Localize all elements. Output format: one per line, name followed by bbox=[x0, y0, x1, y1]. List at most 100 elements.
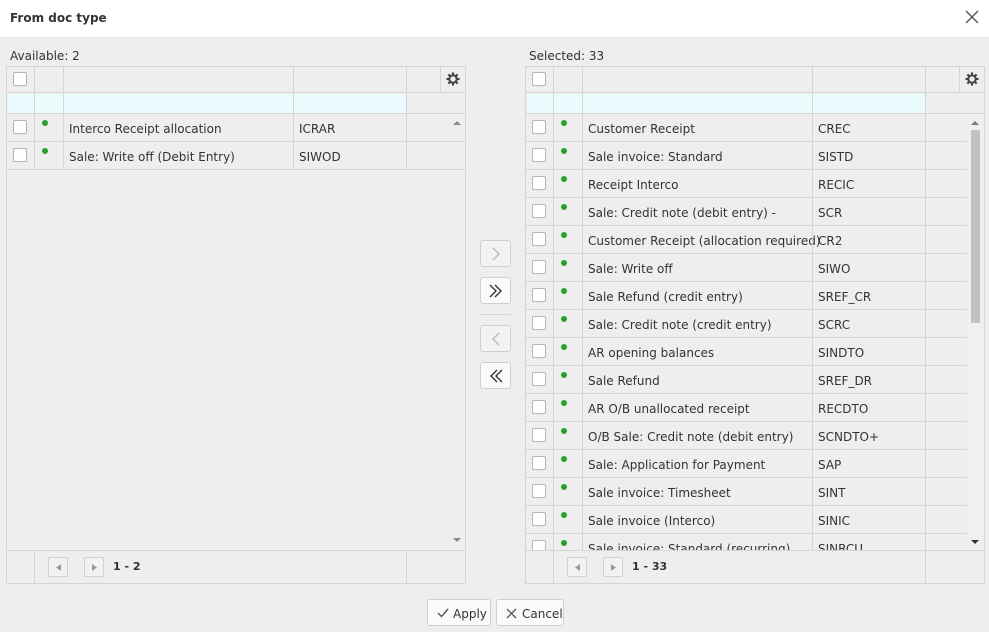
selected-row-checkbox[interactable] bbox=[532, 232, 546, 246]
selected-row[interactable]: Sale invoice: Timesheet SINT bbox=[526, 478, 967, 506]
selected-row-code: SAP bbox=[818, 458, 842, 472]
selected-row-name: Sale invoice: Timesheet bbox=[588, 486, 731, 500]
caret-right-icon bbox=[611, 564, 616, 571]
selected-row[interactable]: Sale Refund SREF_DR bbox=[526, 366, 967, 394]
selected-next-page-button[interactable] bbox=[603, 557, 623, 577]
status-dot-icon bbox=[561, 428, 567, 434]
selected-filter-select[interactable] bbox=[527, 94, 553, 113]
selected-filter-name[interactable] bbox=[583, 94, 812, 113]
selected-scroll-up-icon[interactable] bbox=[971, 120, 979, 126]
selected-row-checkbox[interactable] bbox=[532, 260, 546, 274]
selected-row-name: Customer Receipt bbox=[588, 122, 695, 136]
move-all-left-button[interactable] bbox=[480, 362, 511, 389]
selected-row-checkbox[interactable] bbox=[532, 456, 546, 470]
selected-row-checkbox[interactable] bbox=[532, 484, 546, 498]
selected-row-name: AR opening balances bbox=[588, 346, 715, 360]
available-filter-select[interactable] bbox=[8, 94, 34, 113]
status-dot-icon bbox=[561, 540, 567, 546]
selected-row-checkbox[interactable] bbox=[532, 400, 546, 414]
available-pager: 1 - 2 bbox=[7, 550, 465, 584]
selected-row-checkbox[interactable] bbox=[532, 120, 546, 134]
available-settings-gear-icon[interactable] bbox=[446, 72, 460, 86]
selected-row[interactable]: O/B Sale: Credit note (debit entry) SCNDT… bbox=[526, 422, 967, 450]
selected-row[interactable]: Sale: Credit note (credit entry) SCRC bbox=[526, 310, 967, 338]
status-dot-icon bbox=[561, 484, 567, 490]
selected-scrollbar-thumb[interactable] bbox=[971, 130, 980, 323]
selected-select-all-checkbox[interactable] bbox=[532, 72, 546, 86]
available-row-checkbox[interactable] bbox=[13, 148, 27, 162]
selected-row-checkbox[interactable] bbox=[532, 316, 546, 330]
selected-row-checkbox[interactable] bbox=[532, 204, 546, 218]
status-dot-icon bbox=[561, 176, 567, 182]
available-count-label: Available: 2 bbox=[10, 49, 80, 63]
selected-row-code: SREF_DR bbox=[818, 374, 873, 388]
selected-grid-header bbox=[526, 67, 984, 93]
transfer-buttons-divider bbox=[480, 314, 511, 315]
available-next-page-button[interactable] bbox=[84, 557, 104, 577]
selected-row[interactable]: Customer Receipt (allocation required) CR… bbox=[526, 226, 967, 254]
status-dot-icon bbox=[561, 288, 567, 294]
selected-row-code: SINIC bbox=[818, 514, 851, 528]
selected-row-name: Sale invoice: Standard bbox=[588, 150, 723, 164]
dialog-title: From doc type bbox=[10, 11, 107, 25]
status-dot-icon bbox=[561, 400, 567, 406]
selected-row-checkbox[interactable] bbox=[532, 176, 546, 190]
apply-button[interactable]: Apply bbox=[427, 599, 491, 626]
selected-row-checkbox[interactable] bbox=[532, 428, 546, 442]
available-prev-page-button[interactable] bbox=[48, 557, 68, 577]
selected-filter-status[interactable] bbox=[554, 94, 582, 113]
selected-row[interactable]: Sale: Credit note (debit entry) - SCR bbox=[526, 198, 967, 226]
selected-scrollbar[interactable] bbox=[968, 114, 982, 551]
available-filter-name[interactable] bbox=[64, 94, 293, 113]
selected-row[interactable]: Sale invoice: Standard (recurring) SINRCU bbox=[526, 534, 967, 551]
selected-prev-page-button[interactable] bbox=[567, 557, 587, 577]
selected-row-checkbox[interactable] bbox=[532, 344, 546, 358]
status-dot-icon bbox=[561, 120, 567, 126]
selected-scroll-down-icon[interactable] bbox=[971, 539, 979, 545]
available-row-checkbox[interactable] bbox=[13, 120, 27, 134]
caret-left-icon bbox=[575, 564, 580, 571]
available-row[interactable]: Interco Receipt allocation ICRAR bbox=[7, 114, 465, 142]
selected-row[interactable]: Sale: Write off SIWO bbox=[526, 254, 967, 282]
selected-row[interactable]: Sale: Application for Payment SAP bbox=[526, 450, 967, 478]
selected-row-checkbox[interactable] bbox=[532, 372, 546, 386]
selected-row-code: RECIC bbox=[818, 178, 855, 192]
status-dot-icon bbox=[561, 512, 567, 518]
status-dot-icon bbox=[42, 148, 48, 154]
cancel-button[interactable]: Cancel bbox=[496, 599, 564, 626]
selected-row[interactable]: Receipt Interco RECIC bbox=[526, 170, 967, 198]
selected-row[interactable]: Sale Refund (credit entry) SREF_CR bbox=[526, 282, 967, 310]
available-filter-code[interactable] bbox=[294, 94, 406, 113]
dialog-header: From doc type bbox=[0, 0, 989, 38]
move-selected-right-button[interactable] bbox=[480, 240, 511, 267]
selected-grid-body: Customer Receipt CREC Sale invoice: Standa… bbox=[526, 114, 967, 551]
close-button[interactable] bbox=[963, 8, 981, 28]
selected-row-code: SISTD bbox=[818, 150, 854, 164]
selected-row-checkbox[interactable] bbox=[532, 512, 546, 526]
selected-row-checkbox[interactable] bbox=[532, 288, 546, 302]
selected-settings-gear-icon[interactable] bbox=[965, 72, 979, 86]
selected-row[interactable]: Sale invoice: Standard SISTD bbox=[526, 142, 967, 170]
apply-button-label: Apply bbox=[453, 607, 487, 621]
selected-row-name: AR O/B unallocated receipt bbox=[588, 402, 750, 416]
selected-grid: Customer Receipt CREC Sale invoice: Standa… bbox=[525, 66, 985, 584]
selected-row-name: O/B Sale: Credit note (debit entry) bbox=[588, 430, 794, 444]
selected-row-name: Sale Refund (credit entry) bbox=[588, 290, 743, 304]
move-all-right-button[interactable] bbox=[480, 277, 511, 304]
selected-row-code: CR2 bbox=[818, 234, 843, 248]
move-selected-left-button[interactable] bbox=[480, 325, 511, 352]
selected-row-checkbox[interactable] bbox=[532, 148, 546, 162]
selected-count-label: Selected: 33 bbox=[529, 49, 605, 63]
available-row[interactable]: Sale: Write off (Debit Entry) SIWOD bbox=[7, 142, 465, 170]
selected-row[interactable]: Sale invoice (Interco) SINIC bbox=[526, 506, 967, 534]
chevron-left-icon bbox=[492, 332, 500, 346]
checkmark-icon bbox=[437, 608, 449, 618]
selected-row[interactable]: AR O/B unallocated receipt RECDTO bbox=[526, 394, 967, 422]
selected-row[interactable]: Customer Receipt CREC bbox=[526, 114, 967, 142]
available-filter-status[interactable] bbox=[35, 94, 63, 113]
selected-filter-code[interactable] bbox=[813, 94, 925, 113]
available-scroll-up-icon[interactable] bbox=[453, 120, 461, 126]
selected-row[interactable]: AR opening balances SINDTO bbox=[526, 338, 967, 366]
available-scroll-down-icon[interactable] bbox=[453, 537, 461, 543]
available-select-all-checkbox[interactable] bbox=[13, 72, 27, 86]
